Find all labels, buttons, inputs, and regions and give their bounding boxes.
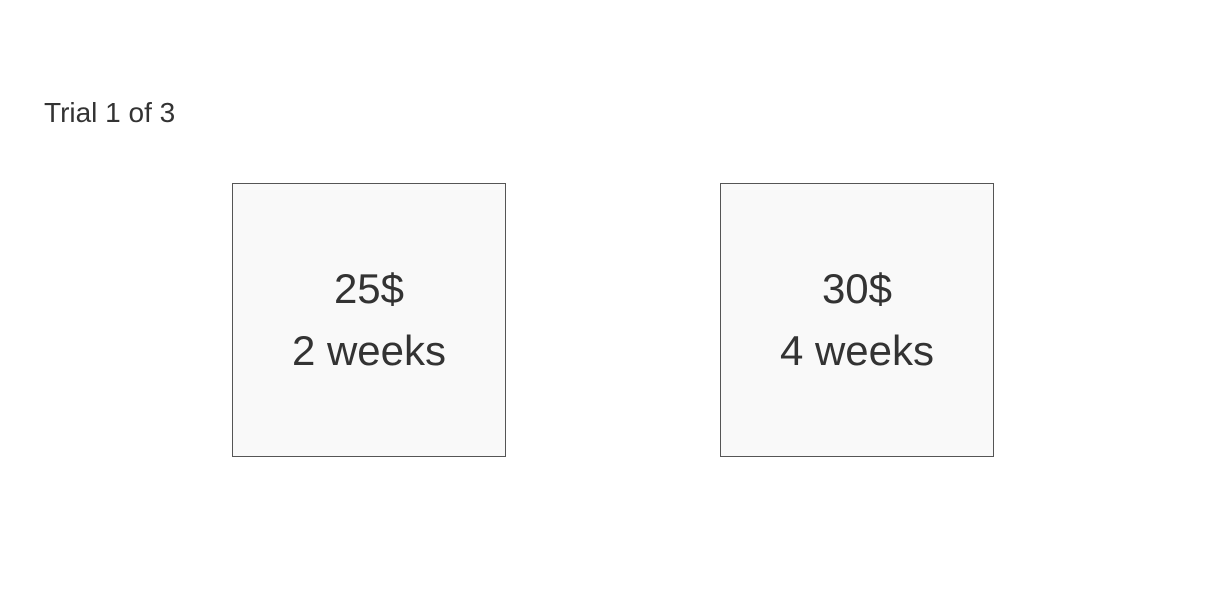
option-button-left[interactable]: 25$ 2 weeks bbox=[232, 183, 506, 457]
option-button-right[interactable]: 30$ 4 weeks bbox=[720, 183, 994, 457]
option-delay: 4 weeks bbox=[779, 327, 935, 374]
option-amount: 30$ bbox=[821, 265, 893, 312]
option-amount: 25$ bbox=[333, 265, 405, 312]
option-delay: 2 weeks bbox=[291, 327, 447, 374]
trial-counter: Trial 1 of 3 bbox=[44, 97, 176, 128]
